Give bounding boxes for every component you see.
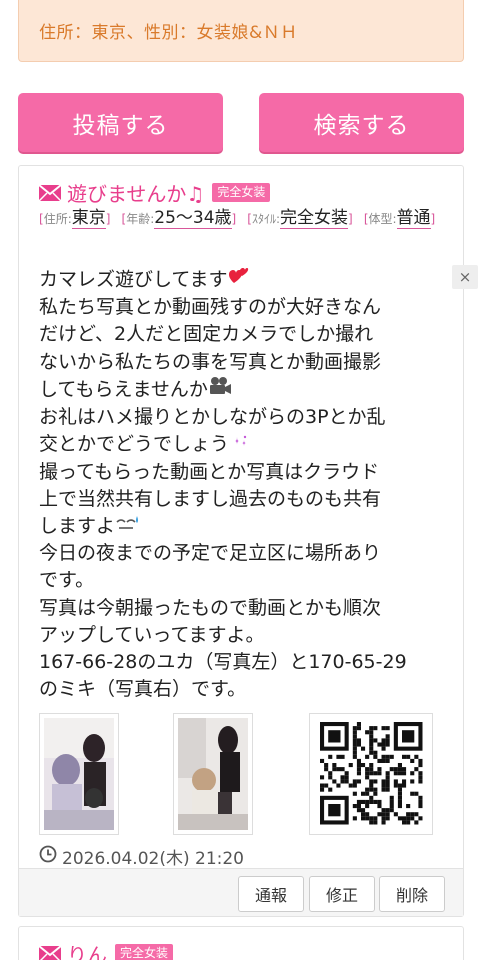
film-camera-icon — [208, 376, 232, 404]
mail-icon — [39, 945, 61, 960]
style-badge: 完全女装 — [212, 183, 271, 202]
post-header-next: りん 完全女装 — [39, 939, 174, 960]
post-body: カマレズ遊びしてます 私たち写真とか動画残すのが大好きなん だけど、2人だと固定… — [39, 266, 451, 703]
search-button[interactable]: 検索する — [259, 93, 464, 152]
sweat-icon — [115, 513, 139, 540]
timestamp-text: 2026.04.02(木) 21:20 — [62, 849, 244, 869]
qr-code — [309, 713, 433, 835]
delete-button[interactable]: 削除 — [379, 876, 445, 912]
style-badge-next: 完全女装 — [115, 944, 174, 960]
edit-button[interactable]: 修正 — [309, 876, 375, 912]
heart-icon — [227, 266, 249, 294]
tag-age: [年齢:25〜34歳] — [121, 208, 237, 229]
tag-body: [体型:普通] — [363, 208, 436, 229]
post-timestamp: 2026.04.02(木) 21:20 — [39, 844, 244, 869]
photo-thumbnail-left[interactable] — [39, 713, 119, 835]
sparkle-icon — [229, 431, 251, 458]
post-footer: 通報 修正 削除 — [19, 868, 463, 916]
post-card: 遊びませんか♫ 完全女装 [住所:東京] [年齢:25〜34歳] [ｽﾀｲﾙ:完… — [18, 165, 464, 917]
profile-tags: [住所:東京] [年齢:25〜34歳] [ｽﾀｲﾙ:完全女装] [体型:普通] — [39, 206, 451, 231]
post-title-link[interactable]: 遊びませんか♫ — [67, 178, 204, 207]
post-title-link-next[interactable]: りん — [67, 939, 107, 960]
report-button[interactable]: 通報 — [238, 876, 304, 912]
search-condition-text: 住所：東京、性別：女装娘&ＮＨ — [39, 23, 298, 43]
clock-icon — [39, 845, 57, 868]
close-icon[interactable]: × — [452, 265, 478, 289]
search-condition-box: 住所：東京、性別：女装娘&ＮＨ — [18, 0, 464, 62]
mail-icon — [39, 184, 61, 201]
post-card-next: りん 完全女装 — [18, 926, 464, 960]
tag-style: [ｽﾀｲﾙ:完全女装] — [247, 208, 353, 229]
post-header: 遊びませんか♫ 完全女装 — [39, 178, 271, 207]
photo-thumbnail-right[interactable] — [173, 713, 253, 835]
tag-address: [住所:東京] — [39, 208, 111, 229]
post-button[interactable]: 投稿する — [18, 93, 223, 152]
